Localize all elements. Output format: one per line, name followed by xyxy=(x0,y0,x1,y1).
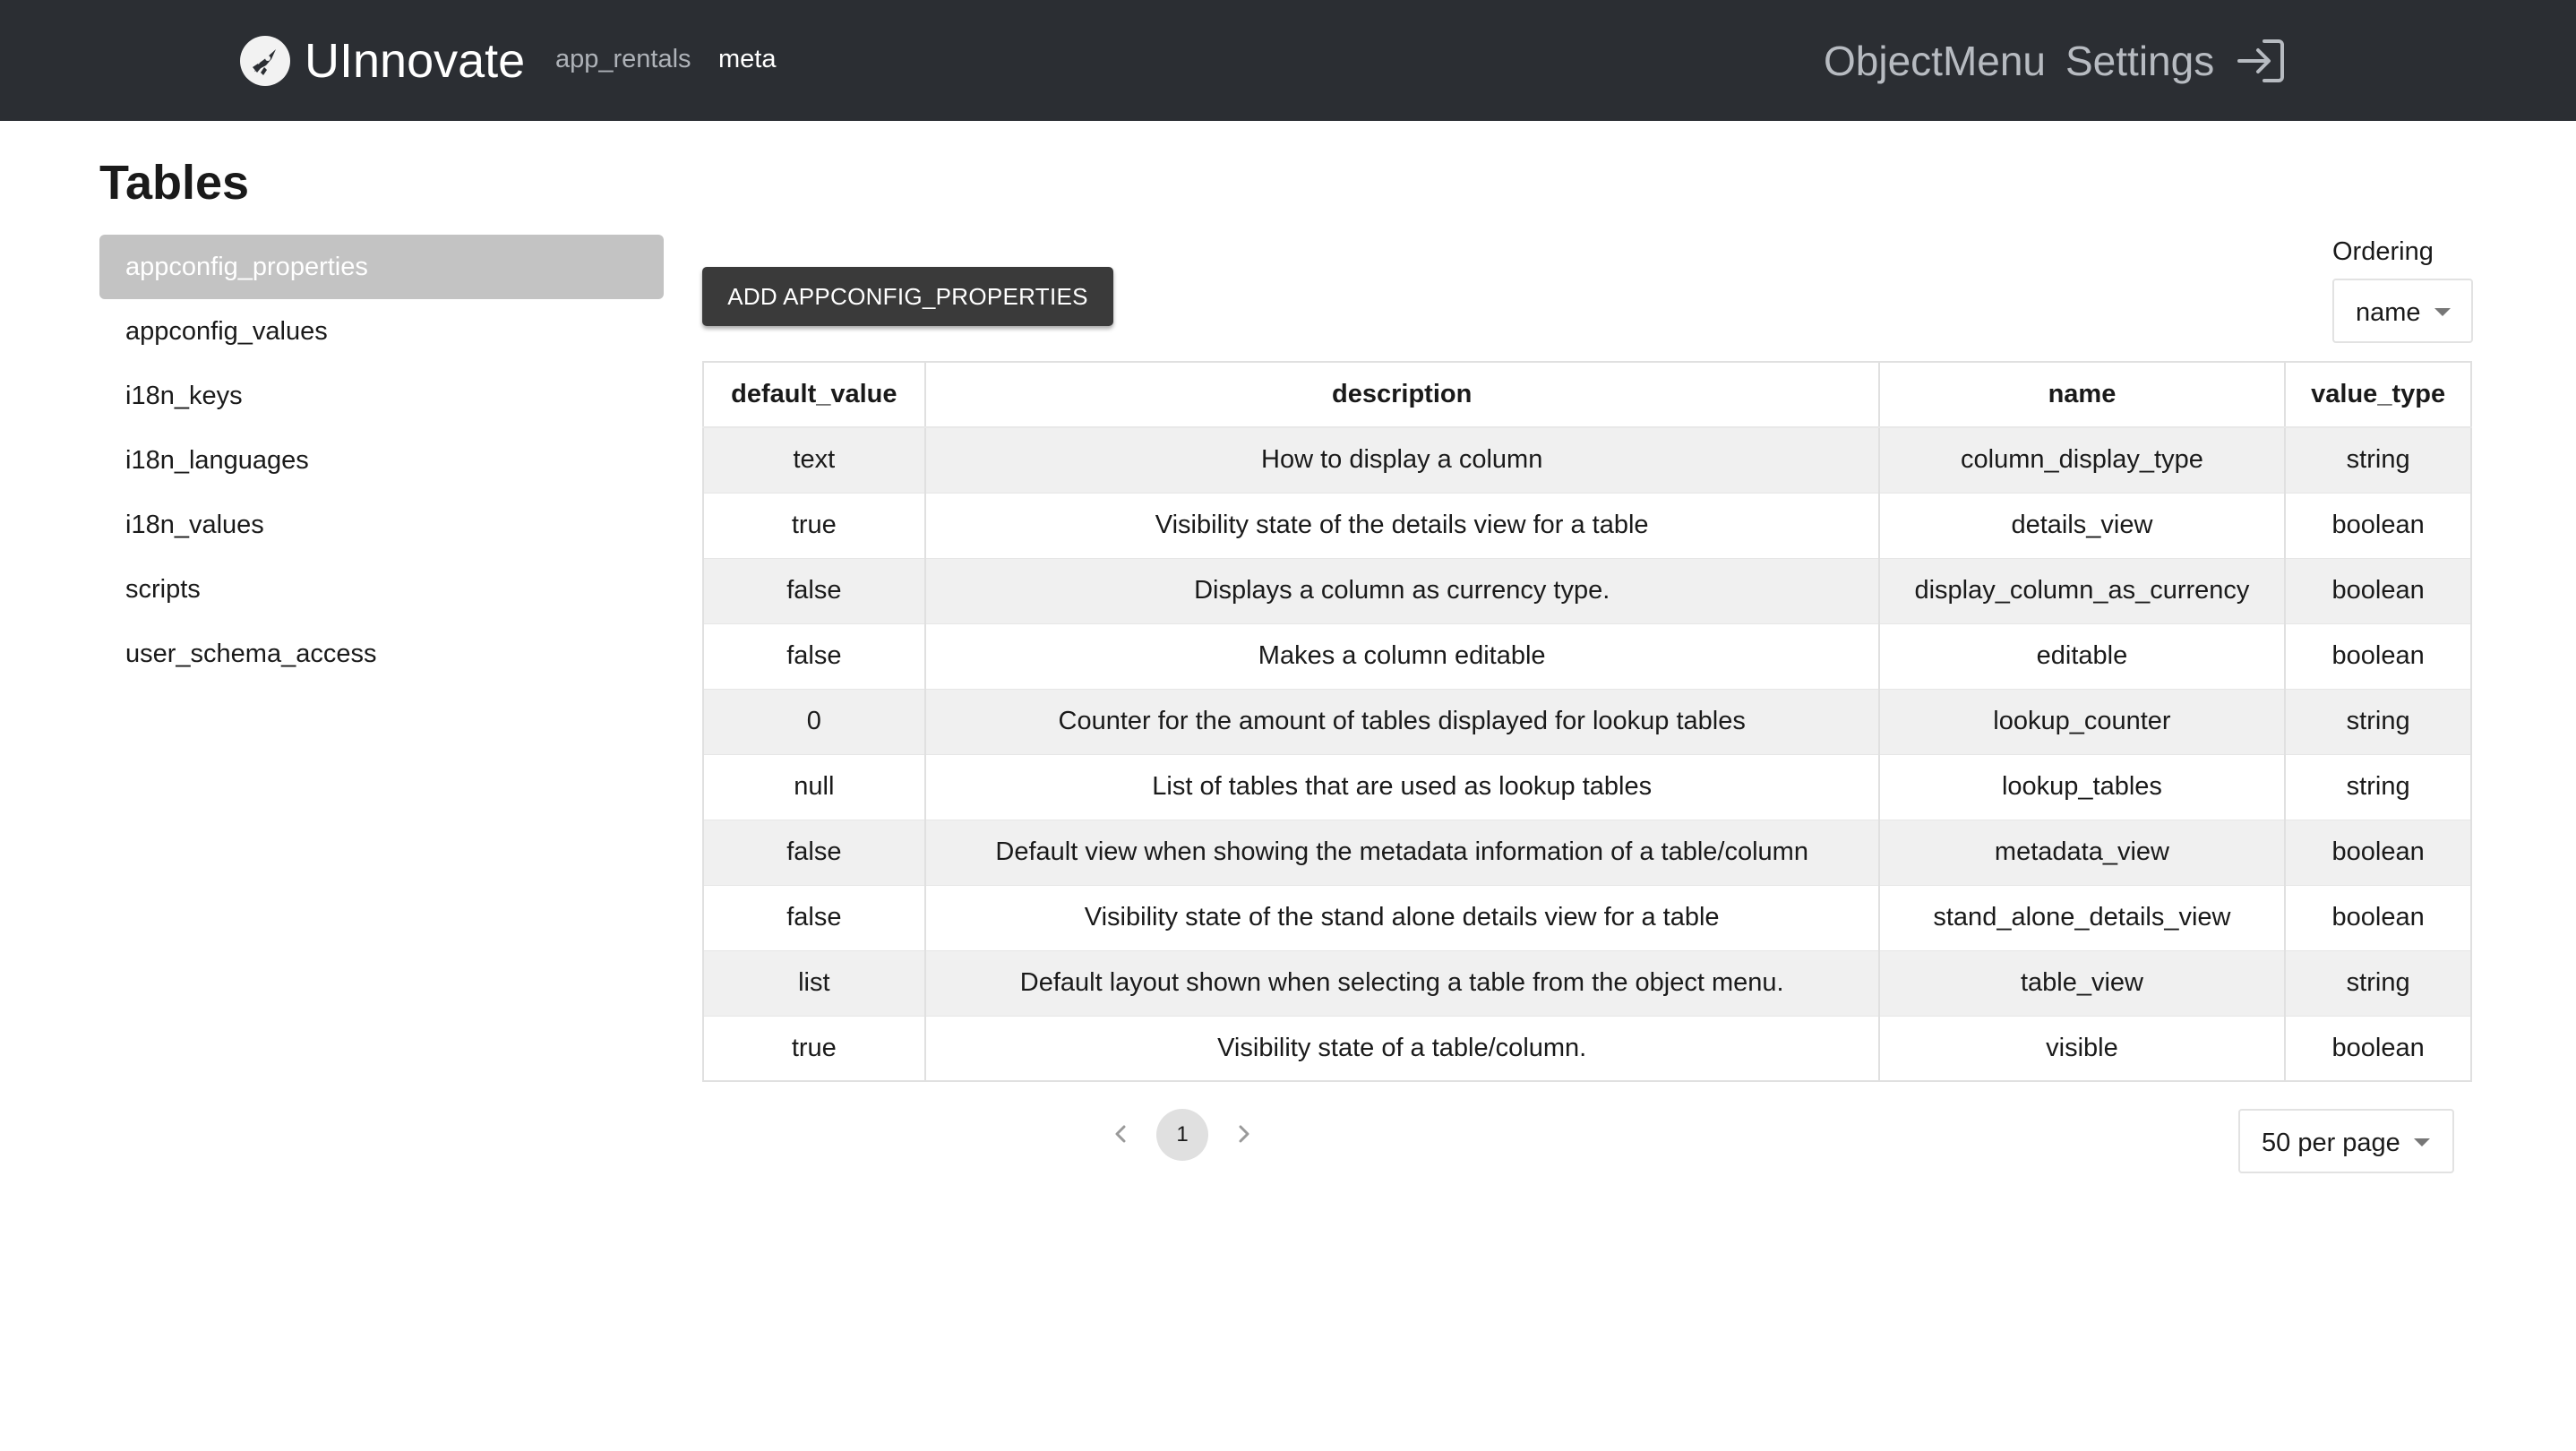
rocket-logo-icon[interactable] xyxy=(240,36,290,86)
object-menu-link[interactable]: ObjectMenu xyxy=(1824,36,2046,86)
table-row[interactable]: false Makes a column editable editable b… xyxy=(702,623,2472,690)
cell-value-type: string xyxy=(2284,689,2472,755)
cell-value-type: boolean xyxy=(2284,493,2472,559)
sidebar-item-scripts[interactable]: scripts xyxy=(99,557,664,622)
ordering-select[interactable]: name xyxy=(2332,279,2473,343)
chevron-left-icon[interactable] xyxy=(1107,1118,1134,1150)
cell-default-value: text xyxy=(702,427,926,494)
cell-value-type: boolean xyxy=(2284,885,2472,951)
table-row[interactable]: 0 Counter for the amount of tables displ… xyxy=(702,689,2472,755)
cell-name: table_view xyxy=(1877,950,2287,1017)
sidebar-item-appconfig-properties[interactable]: appconfig_properties xyxy=(99,235,664,299)
brand-name[interactable]: UInnovate xyxy=(305,34,525,88)
cell-default-value: 0 xyxy=(702,689,926,755)
cell-default-value: false xyxy=(702,885,926,951)
cell-name: visible xyxy=(1877,1016,2287,1082)
per-page-value: 50 per page xyxy=(2262,1129,2400,1157)
cell-name: editable xyxy=(1877,623,2287,690)
ordering-label: Ordering xyxy=(2332,237,2434,266)
cell-description: Visibility state of the stand alone deta… xyxy=(923,885,1880,951)
table-row[interactable]: list Default layout shown when selecting… xyxy=(702,950,2472,1017)
cell-default-value: false xyxy=(702,820,926,886)
cell-default-value: true xyxy=(702,493,926,559)
cell-name: metadata_view xyxy=(1877,820,2287,886)
logout-icon[interactable] xyxy=(2234,36,2288,86)
cell-name: display_column_as_currency xyxy=(1877,558,2287,624)
cell-description: Makes a column editable xyxy=(923,623,1880,690)
cell-name: lookup_tables xyxy=(1877,754,2287,820)
cell-value-type: string xyxy=(2284,754,2472,820)
add-record-button[interactable]: ADD APPCONFIG_PROPERTIES xyxy=(702,267,1113,326)
cell-value-type: boolean xyxy=(2284,1016,2472,1082)
cell-description: Displays a column as currency type. xyxy=(923,558,1880,624)
column-header-description[interactable]: description xyxy=(923,362,1880,428)
cell-default-value: null xyxy=(702,754,926,820)
table-row[interactable]: false Displays a column as currency type… xyxy=(702,558,2472,624)
sidebar-item-user-schema-access[interactable]: user_schema_access xyxy=(99,622,664,686)
cell-value-type: boolean xyxy=(2284,558,2472,624)
cell-description: How to display a column xyxy=(923,427,1880,494)
table-row[interactable]: false Default view when showing the meta… xyxy=(702,820,2472,886)
nav-meta[interactable]: meta xyxy=(718,43,776,75)
cell-name: lookup_counter xyxy=(1877,689,2287,755)
data-table: default_value description name value_typ… xyxy=(702,361,2472,1082)
table-header-row: default_value description name value_typ… xyxy=(702,362,2472,428)
table-row[interactable]: true Visibility state of a table/column.… xyxy=(702,1016,2472,1082)
page-title: Tables xyxy=(99,156,250,210)
chevron-down-icon xyxy=(2414,1138,2430,1146)
chevron-right-icon[interactable] xyxy=(1231,1118,1258,1150)
cell-name: stand_alone_details_view xyxy=(1877,885,2287,951)
column-header-default-value[interactable]: default_value xyxy=(702,362,926,428)
cell-default-value: false xyxy=(702,558,926,624)
cell-description: List of tables that are used as lookup t… xyxy=(923,754,1880,820)
per-page-select[interactable]: 50 per page xyxy=(2238,1109,2454,1173)
sidebar-item-i18n-keys[interactable]: i18n_keys xyxy=(99,364,664,428)
cell-value-type: string xyxy=(2284,427,2472,494)
sidebar-item-i18n-values[interactable]: i18n_values xyxy=(99,493,664,557)
cell-default-value: false xyxy=(702,623,926,690)
page-button-current[interactable]: 1 xyxy=(1156,1109,1208,1161)
cell-name: details_view xyxy=(1877,493,2287,559)
tables-sidebar: appconfig_properties appconfig_values i1… xyxy=(99,235,664,686)
table-row[interactable]: null List of tables that are used as loo… xyxy=(702,754,2472,820)
cell-name: column_display_type xyxy=(1877,427,2287,494)
cell-default-value: list xyxy=(702,950,926,1017)
table-row[interactable]: true Visibility state of the details vie… xyxy=(702,493,2472,559)
cell-default-value: true xyxy=(702,1016,926,1082)
settings-link[interactable]: Settings xyxy=(2065,36,2214,86)
column-header-value-type[interactable]: value_type xyxy=(2284,362,2472,428)
cell-description: Default view when showing the metadata i… xyxy=(923,820,1880,886)
column-header-name[interactable]: name xyxy=(1877,362,2287,428)
chevron-down-icon xyxy=(2434,308,2451,316)
cell-description: Counter for the amount of tables display… xyxy=(923,689,1880,755)
cell-description: Visibility state of the details view for… xyxy=(923,493,1880,559)
sidebar-item-i18n-languages[interactable]: i18n_languages xyxy=(99,428,664,493)
top-navbar: UInnovate app_rentals meta ObjectMenu Se… xyxy=(0,0,2576,121)
table-row[interactable]: false Visibility state of the stand alon… xyxy=(702,885,2472,951)
cell-value-type: string xyxy=(2284,950,2472,1017)
cell-description: Default layout shown when selecting a ta… xyxy=(923,950,1880,1017)
cell-value-type: boolean xyxy=(2284,623,2472,690)
table-row[interactable]: text How to display a column column_disp… xyxy=(702,427,2472,494)
nav-app-rentals[interactable]: app_rentals xyxy=(555,43,691,75)
cell-description: Visibility state of a table/column. xyxy=(923,1016,1880,1082)
sidebar-item-appconfig-values[interactable]: appconfig_values xyxy=(99,299,664,364)
ordering-value: name xyxy=(2356,298,2421,327)
cell-value-type: boolean xyxy=(2284,820,2472,886)
